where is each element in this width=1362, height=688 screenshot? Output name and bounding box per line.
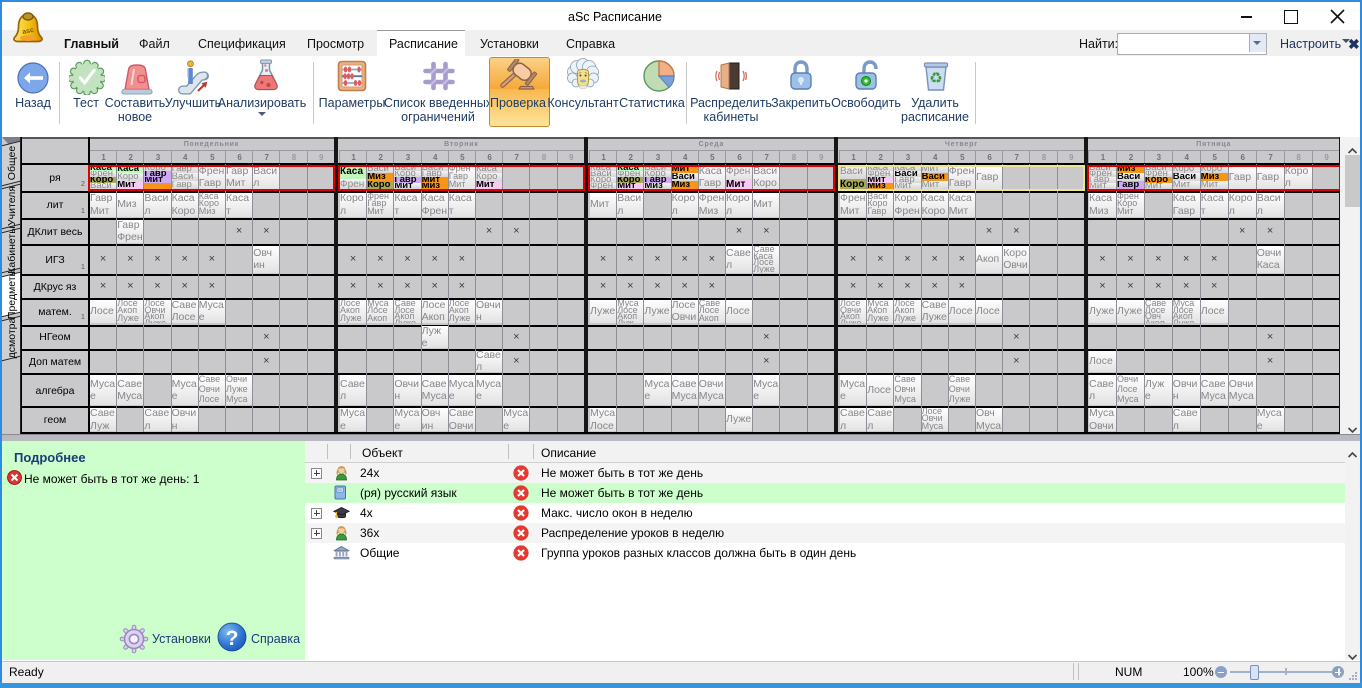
svg-text:?: ? [226,627,239,650]
svg-text:♻: ♻ [929,70,942,87]
